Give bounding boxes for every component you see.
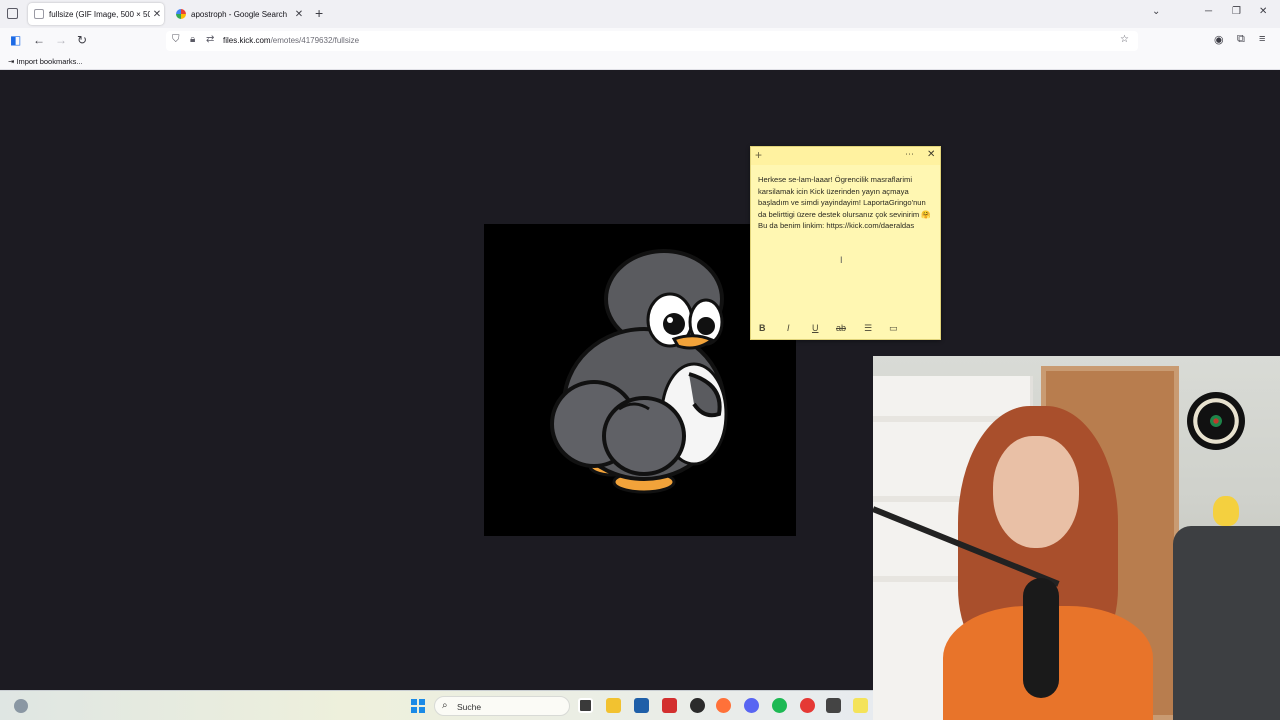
image-favicon-icon: [34, 9, 44, 19]
pikachu-figure: [1213, 496, 1239, 526]
search-icon: ⌕: [442, 700, 448, 711]
sticky-note-header: + ⋯ ✕: [751, 147, 940, 165]
search-placeholder: Suche: [457, 702, 482, 712]
insert-image-button[interactable]: ▭: [889, 323, 898, 334]
tab-fullsize-gif[interactable]: fullsize (GIF Image, 500 × 500 pixels) ✕: [28, 3, 164, 25]
news-app-icon[interactable]: [662, 698, 677, 713]
italic-button[interactable]: I: [787, 323, 790, 333]
streamer-face: [993, 436, 1079, 548]
reload-button[interactable]: ↻: [77, 33, 87, 47]
list-button[interactable]: ☰: [864, 323, 872, 334]
text-cursor-icon: I: [840, 255, 843, 265]
obs-icon[interactable]: [690, 698, 705, 713]
google-favicon-icon: [176, 9, 186, 19]
address-bar[interactable]: ⛉ 🔒︎ ⇄ files.kick.com/emotes/4179632/ful…: [166, 31, 1138, 51]
underline-button[interactable]: U: [812, 323, 819, 333]
close-window-icon[interactable]: ✕: [1259, 6, 1267, 17]
permissions-icon[interactable]: ⇄: [206, 34, 214, 45]
sticky-note[interactable]: + ⋯ ✕ Herkese se-lam-laaar! Ögrencilik m…: [750, 146, 941, 340]
tab-list-icon[interactable]: [7, 8, 18, 19]
taskbar: ⌕ Suche: [0, 690, 873, 720]
firefox-icon[interactable]: [716, 698, 731, 713]
tab-close-icon[interactable]: ✕: [150, 9, 164, 20]
tab-title: fullsize (GIF Image, 500 × 500 pixels): [49, 9, 150, 19]
weather-widget-icon[interactable]: [14, 699, 28, 713]
discord-icon[interactable]: [744, 698, 759, 713]
add-note-button[interactable]: +: [755, 148, 762, 162]
url-text[interactable]: files.kick.com/emotes/4179632/fullsize: [223, 36, 359, 45]
tracking-shield-icon[interactable]: ⛉: [172, 34, 180, 45]
spotify-icon[interactable]: [772, 698, 787, 713]
menu-icon[interactable]: ≡: [1259, 33, 1265, 45]
new-tab-button[interactable]: +: [315, 5, 323, 21]
extensions-icon[interactable]: ⧉: [1237, 33, 1245, 46]
app-icon-blue[interactable]: [634, 698, 649, 713]
minimize-icon[interactable]: ─: [1205, 6, 1212, 17]
close-note-icon[interactable]: ✕: [927, 149, 935, 160]
bookmark-star-icon[interactable]: ☆: [1120, 34, 1129, 45]
app-icon-dark[interactable]: [826, 698, 841, 713]
sticky-note-text[interactable]: Herkese se-lam-laaar! Ögrencilik masrafl…: [758, 174, 936, 232]
note-menu-icon[interactable]: ⋯: [905, 149, 915, 160]
navigation-bar: ◧ ← → ↻ ⛉ 🔒︎ ⇄ files.kick.com/emotes/417…: [0, 28, 1280, 54]
dartboard: [1187, 392, 1245, 450]
restore-icon[interactable]: ❐: [1232, 6, 1241, 17]
sidebar-toggle-icon[interactable]: ◧: [10, 33, 21, 47]
microphone: [1023, 578, 1059, 698]
bookmarks-bar: ⇥ Import bookmarks...: [0, 54, 1280, 70]
lock-icon[interactable]: 🔒︎: [190, 34, 195, 45]
start-button[interactable]: [411, 699, 425, 713]
tab-google-search[interactable]: apostroph - Google Search ✕: [170, 3, 306, 25]
tab-bar: fullsize (GIF Image, 500 × 500 pixels) ✕…: [0, 0, 1280, 28]
import-bookmarks-label: Import bookmarks...: [16, 57, 83, 66]
bold-button[interactable]: B: [759, 323, 766, 333]
import-bookmarks-link[interactable]: ⇥ Import bookmarks...: [8, 57, 83, 66]
file-explorer-icon[interactable]: [606, 698, 621, 713]
strikethrough-button[interactable]: ab: [836, 323, 846, 333]
webcam-overlay: [873, 356, 1280, 720]
tab-overflow-chevron-icon[interactable]: ⌄: [1152, 6, 1160, 17]
app-icon-red[interactable]: [800, 698, 815, 713]
taskbar-search[interactable]: ⌕ Suche: [434, 696, 570, 716]
tab-title: apostroph - Google Search: [191, 9, 288, 19]
tab-close-icon[interactable]: ✕: [292, 9, 306, 20]
account-icon[interactable]: ◉: [1214, 33, 1224, 46]
back-button[interactable]: ←: [33, 33, 45, 47]
sticky-notes-app-icon[interactable]: [853, 698, 868, 713]
format-toolbar: B I U ab ☰ ▭: [751, 322, 940, 338]
forward-button[interactable]: →: [55, 33, 67, 47]
task-view-icon[interactable]: [578, 698, 593, 713]
chair: [1173, 526, 1280, 720]
